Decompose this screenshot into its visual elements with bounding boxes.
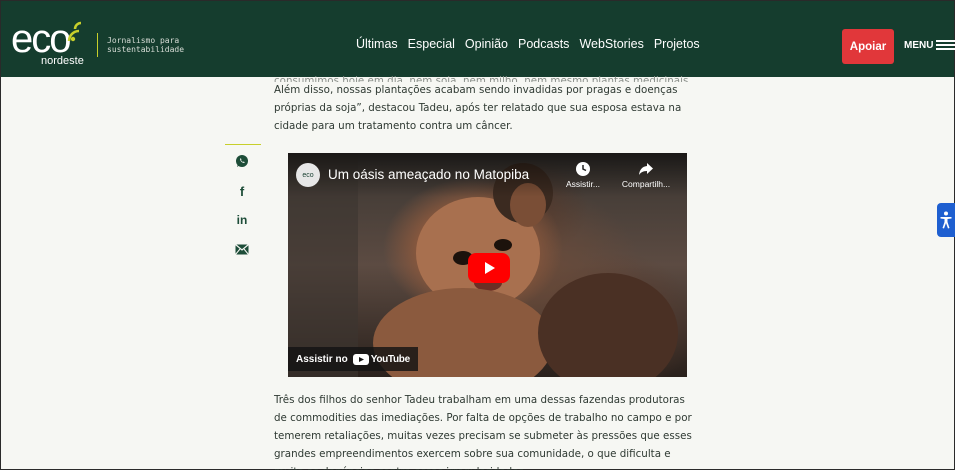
play-button[interactable] bbox=[468, 253, 510, 283]
clock-icon bbox=[576, 162, 590, 176]
email-icon[interactable] bbox=[234, 241, 250, 257]
watch-later-button[interactable]: Assistir... bbox=[553, 161, 613, 189]
article-paragraph: Além disso, nossas plantações acabam sen… bbox=[274, 84, 682, 132]
watch-on-label: Assistir no bbox=[296, 353, 348, 365]
linkedin-icon[interactable]: in bbox=[234, 212, 250, 228]
share-video-label: Compartilh... bbox=[621, 179, 671, 189]
watch-on-youtube-button[interactable]: Assistir no YouTube bbox=[288, 347, 418, 371]
logo-sub-text: nordeste bbox=[41, 55, 84, 67]
logo-divider bbox=[97, 33, 98, 57]
site-tagline: Jornalismo para sustentabilidade bbox=[107, 36, 185, 54]
hamburger-icon bbox=[936, 39, 955, 51]
share-video-button[interactable]: Compartilh... bbox=[616, 161, 676, 189]
whatsapp-icon[interactable] bbox=[234, 153, 250, 169]
nav-item-podcasts[interactable]: Podcasts bbox=[518, 37, 569, 51]
youtube-wordmark: YouTube bbox=[370, 353, 411, 365]
nav-item-projetos[interactable]: Projetos bbox=[654, 37, 700, 51]
accessibility-icon bbox=[940, 211, 952, 229]
signal-waves-icon bbox=[67, 21, 82, 42]
menu-label: MENU bbox=[904, 39, 934, 51]
nav-item-webstories[interactable]: WebStories bbox=[579, 37, 643, 51]
site-header: eco nordeste Jornalismo para sustentabil… bbox=[1, 1, 955, 77]
support-button[interactable]: Apoiar bbox=[842, 29, 894, 64]
nav-item-especial[interactable]: Especial bbox=[408, 37, 455, 51]
share-arrow-icon bbox=[639, 163, 653, 175]
share-divider bbox=[225, 144, 261, 145]
facebook-icon[interactable]: f bbox=[234, 183, 250, 199]
channel-avatar[interactable]: eco bbox=[296, 163, 320, 187]
menu-button[interactable]: MENU bbox=[904, 39, 955, 51]
youtube-logo: YouTube bbox=[352, 353, 411, 365]
nav-item-ultimas[interactable]: Últimas bbox=[356, 37, 398, 51]
youtube-icon bbox=[352, 353, 369, 365]
main-nav: Últimas Especial Opinião Podcasts WebSto… bbox=[356, 37, 710, 51]
nav-item-opiniao[interactable]: Opinião bbox=[465, 37, 508, 51]
video-title[interactable]: Um oásis ameaçado no Matopiba bbox=[328, 167, 529, 182]
youtube-video-embed[interactable]: eco Um oásis ameaçado no Matopiba Assist… bbox=[288, 153, 687, 377]
accessibility-button[interactable] bbox=[937, 203, 955, 237]
site-logo[interactable]: eco nordeste bbox=[11, 17, 91, 69]
article-paragraph: Três dos filhos do senhor Tadeu trabalha… bbox=[274, 394, 692, 470]
play-icon bbox=[485, 262, 495, 274]
watch-later-label: Assistir... bbox=[565, 179, 600, 189]
